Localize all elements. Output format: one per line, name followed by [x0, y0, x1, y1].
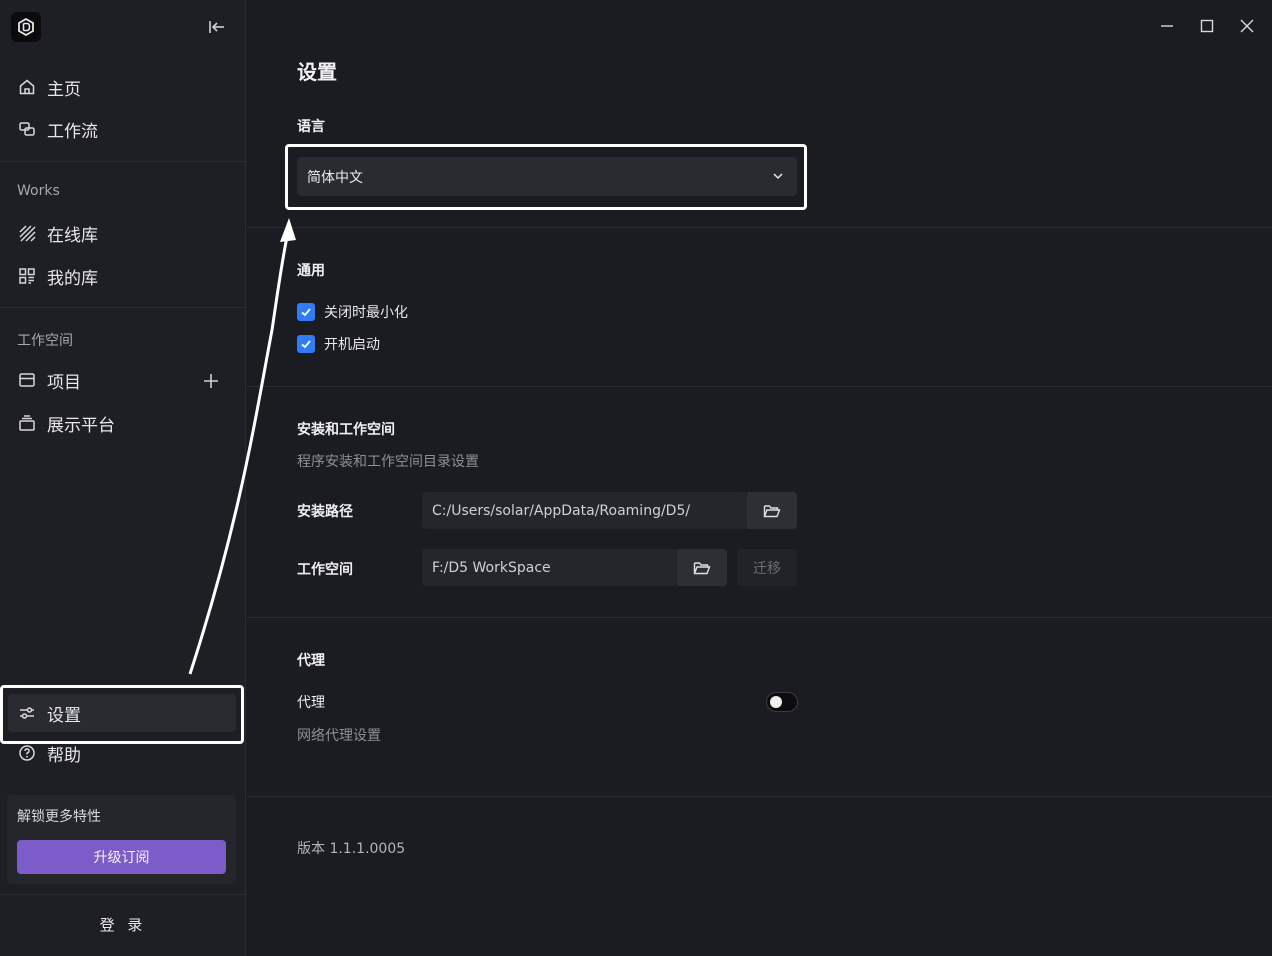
annotation-arrow: [188, 218, 296, 675]
